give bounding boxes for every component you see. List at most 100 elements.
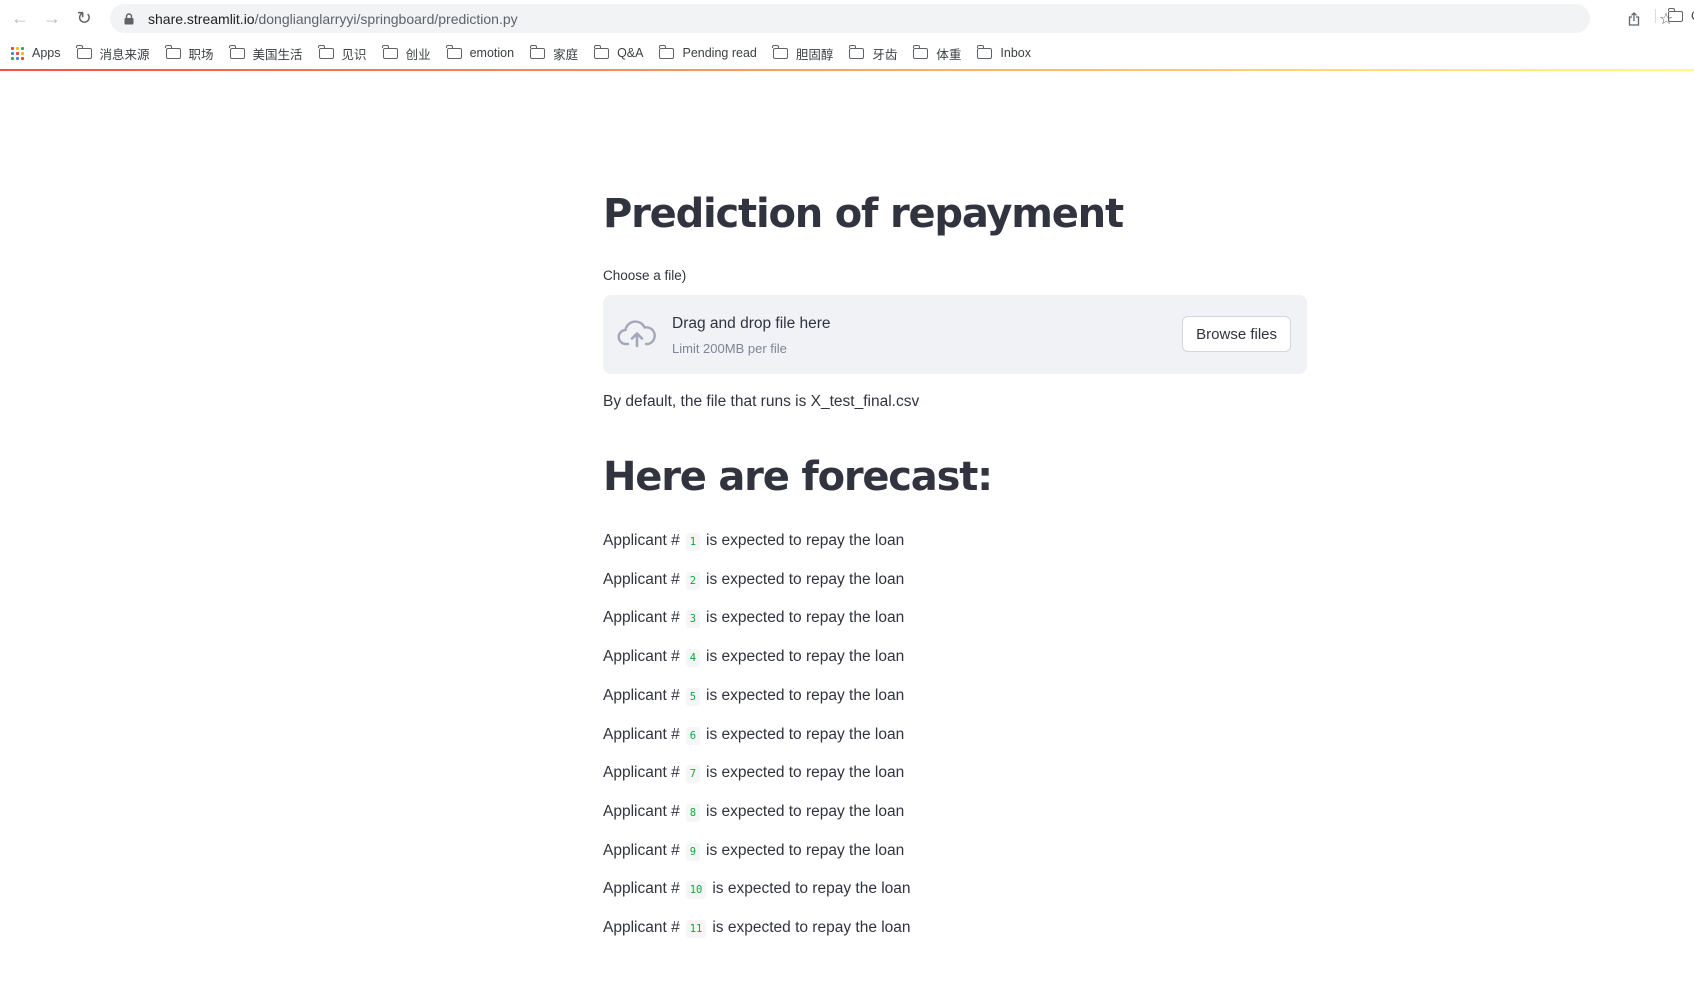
lock-icon [120, 12, 138, 25]
applicant-id: 10 [685, 881, 707, 900]
reload-icon[interactable]: ↻ [68, 0, 100, 37]
bookmark-item[interactable]: 美国生活 [222, 40, 311, 66]
bookmark-item[interactable]: 消息来源 [69, 40, 158, 66]
forecast-suffix: is expected to repay the loan [706, 532, 905, 549]
page-title: Prediction of repayment [603, 191, 1124, 237]
url-host: share.streamlit.io [148, 10, 255, 27]
bookmark-item[interactable]: 见识 [311, 40, 375, 66]
forecast-prefix: Applicant # [603, 609, 680, 627]
forward-arrow-icon[interactable]: → [36, 0, 68, 37]
share-icon[interactable] [1618, 0, 1650, 37]
folder-icon [1667, 7, 1683, 22]
forecast-prefix: Applicant # [603, 880, 680, 898]
folder-icon [912, 44, 929, 59]
bookmarks-bar: Apps 消息来源 职场 美国生活 见识 创业 emotion 家庭 Q&A Pending re… [0, 37, 1694, 69]
back-arrow-icon[interactable]: ← [4, 0, 36, 37]
bookmark-item[interactable]: Apps [3, 40, 69, 66]
bookmark-label: 胆固醇 [795, 47, 834, 62]
forecast-suffix: is expected to repay the loan [706, 570, 905, 588]
applicant-id: 1 [685, 533, 701, 551]
bookmark-label: 职场 [188, 47, 214, 62]
forecast-prefix: Applicant # [603, 841, 680, 859]
applicant-id: 11 [685, 920, 707, 938]
forecast-prefix: Applicant # [603, 648, 680, 666]
apps-grid-icon [11, 46, 24, 60]
forecast-row: Applicant # 9 is expected to repay the loa… [603, 840, 904, 862]
folder-icon [76, 44, 92, 59]
forecast-suffix: is expected to repay the loan [706, 764, 905, 782]
address-bar[interactable]: share.streamlit.io/donglianglarryyi/spri… [110, 4, 1590, 33]
forecast-suffix: is expected to repay the loan [706, 686, 905, 704]
bookmark-item[interactable]: Q&A [586, 40, 651, 66]
folder-icon [446, 44, 462, 59]
bookmarks-separator [1655, 9, 1656, 23]
bookmark-label: 家庭 [553, 47, 579, 62]
forecast-row: Applicant # 6 is expected to repay the loa… [603, 724, 904, 746]
forecast-suffix: is expected to repay the loan [706, 609, 905, 627]
applicant-id: 9 [685, 842, 701, 861]
folder-icon [165, 44, 181, 59]
folder-icon [977, 44, 993, 59]
forecast-prefix: Applicant # [603, 686, 680, 704]
bookmark-item[interactable]: 职场 [158, 40, 222, 66]
streamlit-decoration-bar [0, 69, 1694, 71]
bookmark-item[interactable]: 创业 [375, 40, 439, 66]
forecast-row: Applicant # 8 is expected to repay the loa… [603, 801, 904, 823]
url-text: share.streamlit.io/donglianglarryyi/spri… [148, 11, 518, 27]
forecast-row: Applicant # 1 is expected to repay the loa… [603, 530, 904, 552]
bookmark-item[interactable]: 家庭 [522, 40, 586, 66]
forecast-prefix: Applicant # [603, 764, 680, 782]
folder-icon [318, 44, 334, 59]
applicant-id: 5 [685, 687, 701, 706]
bookmark-label: 体重 [936, 47, 962, 62]
folder-icon [659, 44, 675, 59]
bookmark-label: Apps [32, 46, 61, 60]
applicant-id: 8 [685, 803, 701, 822]
bookmark-overflow[interactable]: C [1664, 0, 1694, 32]
folder-icon [772, 44, 788, 59]
forecast-prefix: Applicant # [603, 570, 680, 588]
applicant-id: 7 [685, 765, 701, 784]
forecast-row: Applicant # 4 is expected to repay the loa… [603, 646, 904, 668]
bookmark-label: Inbox [1000, 46, 1031, 60]
bookmark-label: Pending read [682, 46, 757, 60]
bookmark-item[interactable]: 体重 [905, 40, 969, 66]
forecast-suffix: is expected to repay the loan [712, 919, 911, 936]
folder-icon [382, 44, 398, 59]
applicant-id: 3 [685, 610, 701, 629]
bookmark-label: Q&A [617, 46, 644, 60]
bookmark-label: emotion [469, 46, 515, 60]
forecast-row: Applicant # 5 is expected to repay the loa… [603, 685, 904, 707]
forecast-row: Applicant # 2 is expected to repay the loa… [603, 569, 904, 591]
cloud-upload-icon [617, 320, 656, 348]
bookmark-label: 见识 [341, 47, 367, 62]
bookmark-item[interactable]: emotion [439, 40, 522, 66]
forecast-prefix: Applicant # [603, 532, 680, 549]
browse-files-button[interactable]: Browse files [1182, 316, 1291, 352]
forecast-row: Applicant # 11 is expected to repay the lo… [603, 917, 911, 939]
url-path: /donglianglarryyi/springboard/prediction… [254, 10, 518, 27]
folder-icon [529, 44, 546, 59]
folder-icon [593, 44, 610, 59]
applicant-id: 2 [685, 571, 701, 590]
dropzone-limit: Limit 200MB per file [672, 341, 787, 356]
bookmark-label: 美国生活 [252, 47, 303, 62]
browser-toolbar: ← → ↻ share.streamlit.io/donglianglarryy… [0, 0, 1694, 37]
file-dropzone[interactable]: Drag and drop file here Limit 200MB per … [603, 295, 1307, 374]
dropzone-instructions: Drag and drop file here [672, 315, 831, 332]
applicant-id: 6 [685, 726, 701, 745]
forecast-suffix: is expected to repay the loan [706, 648, 905, 666]
bookmark-item[interactable]: 牙齿 [841, 40, 905, 66]
applicant-id: 4 [685, 649, 701, 668]
bookmark-item[interactable]: Inbox [969, 40, 1039, 66]
bookmark-item[interactable]: 胆固醇 [765, 40, 842, 66]
bookmark-label: 创业 [405, 47, 431, 62]
forecast-suffix: is expected to repay the loan [706, 802, 905, 820]
forecast-suffix: is expected to repay the loan [712, 880, 911, 898]
forecast-prefix: Applicant # [603, 919, 680, 936]
bookmark-item[interactable]: Pending read [651, 40, 764, 66]
forecast-suffix: is expected to repay the loan [706, 725, 905, 743]
forecast-suffix: is expected to repay the loan [706, 841, 905, 859]
forecast-prefix: Applicant # [603, 802, 680, 820]
uploader-label: Choose a file) [603, 268, 687, 283]
